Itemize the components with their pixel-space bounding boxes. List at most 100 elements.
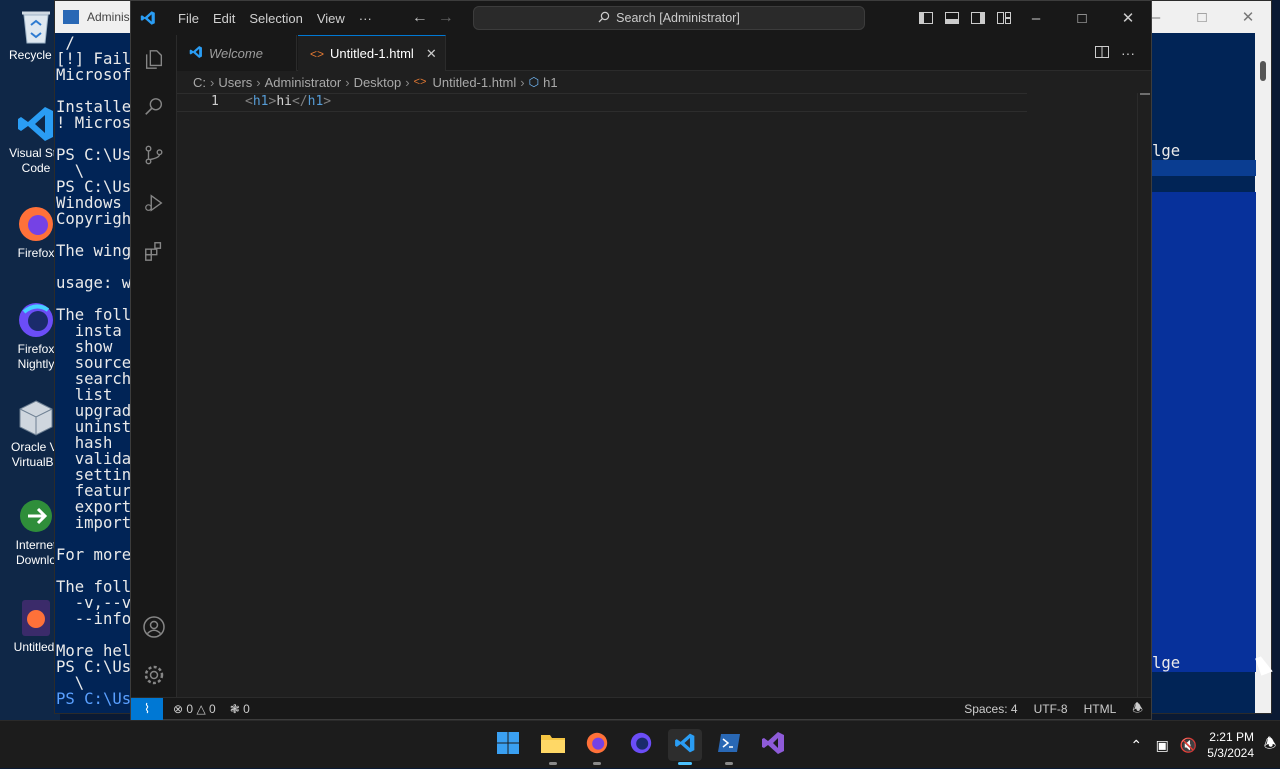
chevron-up-icon[interactable]: ⌃ (1123, 737, 1149, 754)
vscode-window[interactable]: File Edit Selection View ··· ← → Search … (130, 0, 1152, 720)
chevron-right-icon: › (345, 74, 350, 90)
firefox-nightly-icon (629, 731, 653, 760)
close-icon[interactable]: ✕ (426, 46, 437, 62)
toggle-primary-sidebar-icon[interactable] (913, 1, 939, 35)
toggle-secondary-sidebar-icon[interactable] (965, 1, 991, 35)
line-number: 1 (211, 94, 219, 109)
split-editor-icon[interactable] (1089, 45, 1115, 61)
vscode-titlebar[interactable]: File Edit Selection View ··· ← → Search … (131, 1, 1151, 35)
powershell-title: Adminis (87, 10, 130, 24)
start-button[interactable] (491, 729, 525, 761)
search-icon[interactable] (131, 83, 177, 131)
breadcrumb-item[interactable]: Administrator (265, 75, 342, 90)
vscode-icon (16, 104, 56, 144)
chevron-right-icon: › (256, 74, 261, 90)
breadcrumb-item[interactable]: Desktop (354, 75, 402, 90)
vscode-icon (189, 45, 203, 62)
explorer-icon[interactable] (131, 35, 177, 83)
activity-bar (131, 35, 177, 697)
remote-icon[interactable]: ⌇ (131, 697, 163, 720)
chevron-right-icon: › (405, 74, 410, 90)
back-arrow-icon[interactable]: ← (407, 9, 433, 27)
desktop: Recycle B Visual Stu Code Firefox Firefo… (0, 0, 63, 720)
breadcrumb-item[interactable]: Untitled-1.html (432, 75, 516, 90)
close-icon[interactable]: ✕ (1105, 1, 1151, 35)
ports-status[interactable]: ❃ 0 (230, 702, 250, 716)
problems-status[interactable]: ⊗ 0 △ 0 (173, 702, 216, 716)
taskbar-vscode[interactable] (668, 729, 702, 765)
symbol-element-icon: ⬡ (528, 75, 540, 89)
command-center-search[interactable]: Search [Administrator] (473, 6, 865, 30)
editor-scrollbar[interactable] (1137, 93, 1151, 697)
minimize-icon[interactable]: – (1013, 1, 1059, 35)
console-selection (1152, 160, 1256, 176)
language-mode-status[interactable]: HTML (1084, 702, 1117, 716)
menu-view[interactable]: View (310, 1, 352, 35)
console-text: lge (1152, 142, 1181, 160)
bell-icon[interactable]: 🕭 (1132, 699, 1143, 720)
extensions-icon[interactable] (131, 227, 177, 275)
vscode-icon (674, 732, 696, 759)
chevron-right-icon: › (210, 74, 215, 90)
tab-welcome[interactable]: Welcome (177, 35, 297, 71)
breadcrumb-item[interactable]: C: (193, 75, 206, 90)
recycle-bin-icon (16, 6, 56, 46)
tab-untitled-1-html[interactable]: <> Untitled-1.html ✕ (298, 35, 446, 71)
accounts-icon[interactable] (131, 603, 177, 651)
system-tray: ⌃ ▣ 🔇 2:21 PM 5/3/2024 🕭 (1123, 721, 1280, 769)
breadcrumb-item[interactable]: h1 (543, 75, 557, 90)
maximize-icon[interactable]: □ (1059, 1, 1105, 35)
code-token: > (323, 94, 332, 109)
close-icon[interactable]: ✕ (1225, 1, 1271, 33)
console-text: lge (1152, 654, 1181, 672)
error-icon: ⊗ (173, 701, 184, 716)
chevron-right-icon: › (520, 74, 525, 90)
code-token: hi (276, 94, 292, 109)
indentation-status[interactable]: Spaces: 4 (964, 702, 1017, 716)
tab-label: Untitled-1.html (330, 46, 414, 61)
console-selection (1152, 192, 1256, 672)
notification-icon[interactable]: 🕭 (1260, 733, 1280, 757)
start-icon (496, 731, 520, 760)
vscode-icon (131, 10, 165, 26)
code-editor[interactable]: 1 <h1>hi</h1> (177, 93, 1151, 697)
tab-label: Welcome (209, 45, 263, 61)
run-debug-icon[interactable] (131, 179, 177, 227)
firefox-icon (585, 731, 609, 760)
gear-icon[interactable] (131, 651, 177, 699)
taskbar-visual-studio[interactable] (756, 729, 790, 761)
taskbar-file-explorer[interactable] (536, 729, 570, 765)
breadcrumb-item[interactable]: Users (218, 75, 252, 90)
idm-icon (16, 496, 56, 536)
menu-more[interactable]: ··· (352, 1, 379, 35)
scrollbar-thumb[interactable] (1260, 61, 1266, 81)
source-control-icon[interactable] (131, 131, 177, 179)
taskbar-firefox-nightly[interactable] (624, 729, 658, 761)
taskbar-powershell[interactable] (712, 729, 746, 765)
visual-studio-icon (761, 731, 785, 760)
warning-count: 0 (209, 701, 216, 716)
clock[interactable]: 2:21 PM 5/3/2024 (1207, 729, 1254, 761)
menu-edit[interactable]: Edit (206, 1, 242, 35)
code-token: < (245, 94, 253, 109)
broadcast-icon: ❃ (229, 701, 240, 716)
search-icon (598, 11, 610, 26)
volume-muted-icon[interactable]: 🔇 (1175, 737, 1201, 754)
html-icon: <> (310, 46, 325, 61)
menu-file[interactable]: File (171, 1, 206, 35)
forward-arrow-icon[interactable]: → (433, 9, 459, 27)
encoding-status[interactable]: UTF-8 (1034, 702, 1068, 716)
taskbar-firefox[interactable] (580, 729, 614, 765)
scrollbar[interactable] (1255, 33, 1271, 713)
status-bar: ⌇ ⊗ 0 △ 0 ❃ 0 Spaces: 4 UTF-8 HTML 🕭 (131, 697, 1151, 720)
network-icon[interactable]: ▣ (1149, 737, 1175, 754)
menu-selection[interactable]: Selection (242, 1, 309, 35)
more-actions-icon[interactable]: ··· (1115, 45, 1141, 61)
powershell-icon (63, 10, 79, 24)
taskbar: ⌃ ▣ 🔇 2:21 PM 5/3/2024 🕭 (0, 720, 1280, 768)
scrollbar-marker (1140, 93, 1150, 95)
code-line[interactable]: <h1>hi</h1> (245, 94, 331, 109)
warning-icon: △ (196, 701, 206, 716)
maximize-icon[interactable]: □ (1179, 1, 1225, 33)
toggle-panel-icon[interactable] (939, 1, 965, 35)
